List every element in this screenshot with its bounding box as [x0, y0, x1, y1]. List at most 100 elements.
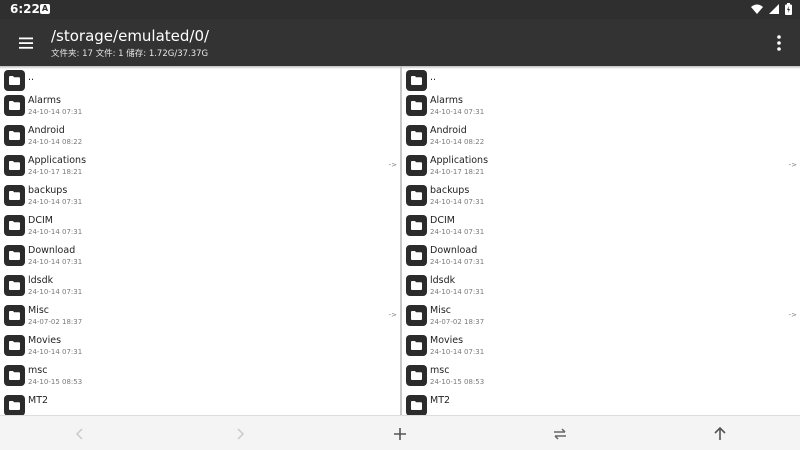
status-time: 6:22: [10, 2, 40, 16]
folder-row[interactable]: Android 24-10-14 08:22: [0, 121, 400, 151]
folder-name: Alarms: [28, 95, 61, 106]
wifi-icon: [751, 4, 763, 14]
app-bar: /storage/emulated/0/ 文件夹: 17 文件: 1 储存: 1…: [0, 19, 800, 66]
folder-name: DCIM: [28, 215, 53, 226]
folder-row[interactable]: Applications 24-10-17 18:21 ->: [0, 151, 400, 181]
folder-date: 24-10-15 08:53: [430, 378, 485, 386]
folder-name: ldsdk: [28, 275, 54, 286]
folder-name: backups: [28, 185, 68, 196]
signal-icon: [769, 4, 779, 14]
folder-name: Misc: [28, 305, 50, 316]
folder-date: 24-10-14 07:31: [28, 288, 83, 296]
folder-name: Movies: [28, 335, 62, 346]
folder-icon: [406, 155, 427, 176]
folder-date: 24-10-14 07:31: [430, 198, 485, 206]
folder-icon: [4, 395, 25, 415]
folder-row[interactable]: Android 24-10-14 08:22: [402, 121, 800, 151]
folder-name: Misc: [430, 305, 452, 316]
status-icons: [751, 3, 792, 15]
folder-icon: [4, 125, 25, 146]
folder-icon: [406, 365, 427, 386]
more-options-icon[interactable]: [772, 31, 786, 55]
folder-row[interactable]: MT2: [0, 391, 400, 415]
folder-name: msc: [28, 365, 48, 376]
folder-date: 24-10-14 08:22: [28, 138, 83, 146]
folder-icon: [4, 155, 25, 176]
folder-row[interactable]: msc 24-10-15 08:53: [402, 361, 800, 391]
folder-icon: [406, 185, 427, 206]
folder-date: 24-10-14 07:31: [430, 288, 485, 296]
folder-date: 24-10-17 18:21: [28, 168, 83, 176]
forward-icon[interactable]: [230, 424, 250, 444]
folder-name: backups: [430, 185, 470, 196]
folder-row[interactable]: Alarms 24-10-14 07:31: [0, 91, 400, 121]
folder-name: msc: [430, 365, 450, 376]
folder-icon: [406, 335, 427, 356]
folder-row[interactable]: DCIM 24-10-14 07:31: [0, 211, 400, 241]
folder-icon: [406, 95, 427, 116]
symlink-indicator: ->: [388, 161, 397, 169]
folder-row[interactable]: Download 24-10-14 07:31: [402, 241, 800, 271]
add-icon[interactable]: [390, 424, 410, 444]
folder-icon: [406, 245, 427, 266]
folder-icon: [4, 275, 25, 296]
folder-row[interactable]: Movies 24-10-14 07:31: [402, 331, 800, 361]
folder-icon: [4, 70, 25, 91]
folder-row[interactable]: Applications 24-10-17 18:21 ->: [402, 151, 800, 181]
folder-name: MT2: [430, 395, 451, 406]
folder-icon: [406, 125, 427, 146]
folder-name: Android: [28, 125, 65, 136]
folder-date: 24-10-14 07:31: [28, 228, 83, 236]
folder-name: DCIM: [430, 215, 455, 226]
file-manager-screen: 6:22 A /storage/emulated/0/ 文件夹: 17 文件: …: [0, 0, 800, 450]
folder-date: 24-10-14 07:31: [28, 348, 83, 356]
folder-row[interactable]: backups 24-10-14 07:31: [402, 181, 800, 211]
folder-row[interactable]: ldsdk 24-10-14 07:31: [402, 271, 800, 301]
folder-date: 24-07-02 18:37: [430, 318, 485, 326]
folder-date: 24-10-14 07:31: [28, 108, 83, 116]
folder-icon: [4, 95, 25, 116]
folder-icon: [406, 395, 427, 415]
folder-name: Alarms: [430, 95, 463, 106]
folder-row[interactable]: Misc 24-07-02 18:37 ->: [0, 301, 400, 331]
folder-name: Applications: [430, 155, 489, 166]
appbar-shadow: [0, 66, 800, 69]
folder-row[interactable]: backups 24-10-14 07:31: [0, 181, 400, 211]
battery-icon: [785, 3, 792, 15]
folder-date: 24-10-14 07:31: [430, 108, 485, 116]
folder-name: Download: [430, 245, 478, 256]
up-icon[interactable]: [710, 424, 730, 444]
swap-icon[interactable]: [550, 424, 570, 444]
folder-date: 24-10-17 18:21: [430, 168, 485, 176]
folder-name: Download: [28, 245, 76, 256]
folder-name: MT2: [28, 395, 49, 406]
folder-row[interactable]: Alarms 24-10-14 07:31: [402, 91, 800, 121]
row-name: ..: [430, 72, 437, 83]
folder-row[interactable]: MT2: [402, 391, 800, 415]
bottom-toolbar: [0, 415, 800, 450]
symlink-indicator: ->: [788, 161, 797, 169]
folder-name: Movies: [430, 335, 464, 346]
folder-icon: [4, 335, 25, 356]
folder-icon: [406, 215, 427, 236]
folder-date: 24-10-14 08:22: [430, 138, 485, 146]
back-icon[interactable]: [70, 424, 90, 444]
folder-row[interactable]: msc 24-10-15 08:53: [0, 361, 400, 391]
folder-row[interactable]: Download 24-10-14 07:31: [0, 241, 400, 271]
folder-icon: [4, 245, 25, 266]
folder-date: 24-10-14 07:31: [430, 258, 485, 266]
folder-date: 24-10-14 07:31: [430, 348, 485, 356]
folder-row[interactable]: Movies 24-10-14 07:31: [0, 331, 400, 361]
left-file-pane[interactable]: .. Alarms 24-10-14 07:31 Android 24-10-14 08…: [0, 66, 400, 415]
folder-row[interactable]: ldsdk 24-10-14 07:31: [0, 271, 400, 301]
notification-icon: A: [40, 4, 50, 14]
folder-date: 24-10-15 08:53: [28, 378, 83, 386]
folder-row[interactable]: DCIM 24-10-14 07:31: [402, 211, 800, 241]
storage-info: 文件夹: 17 文件: 1 储存: 1.72G/37.37G: [51, 49, 209, 59]
status-bar: 6:22 A: [0, 0, 800, 19]
folder-date: 24-07-02 18:37: [28, 318, 83, 326]
folder-icon: [4, 185, 25, 206]
menu-icon[interactable]: [12, 29, 40, 57]
right-file-pane[interactable]: .. Alarms 24-10-14 07:31 Android 24-10-14 08…: [402, 66, 800, 415]
folder-row[interactable]: Misc 24-07-02 18:37 ->: [402, 301, 800, 331]
